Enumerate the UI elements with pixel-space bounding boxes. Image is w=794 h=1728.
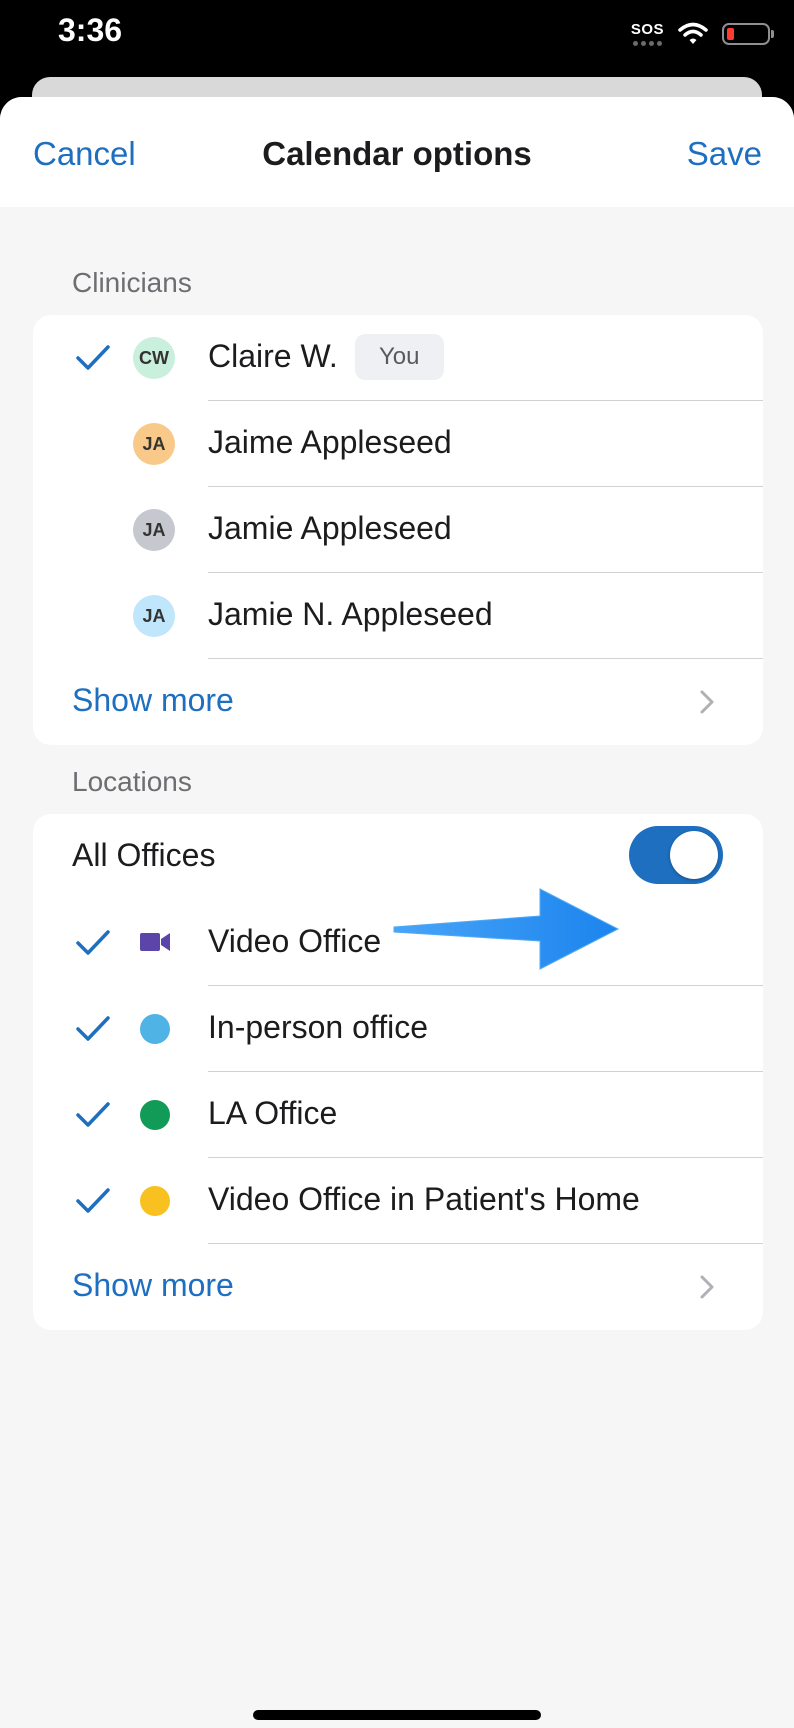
location-row-video-home[interactable]: Video Office in Patient's Home	[33, 1158, 763, 1244]
locations-header: Locations	[72, 766, 192, 797]
avatar-initials: JA	[142, 519, 166, 540]
location-name: Video Office	[208, 923, 382, 959]
avatar: JA	[133, 595, 175, 637]
status-bar: 3:36 SOS	[0, 0, 794, 78]
location-name: LA Office	[208, 1095, 338, 1131]
save-button[interactable]: Save	[687, 135, 762, 173]
toggle-knob	[670, 831, 718, 879]
clinician-name: Jamie N. Appleseed	[208, 596, 493, 632]
avatar: JA	[133, 509, 175, 551]
location-color-dot	[140, 1014, 170, 1044]
checkmark-icon	[76, 1188, 110, 1213]
status-time: 3:36	[58, 12, 123, 48]
location-row-in-person[interactable]: In-person office	[33, 986, 763, 1072]
all-offices-label: All Offices	[72, 837, 216, 873]
you-badge: You	[355, 334, 444, 380]
location-name: In-person office	[208, 1009, 428, 1045]
battery-icon	[722, 23, 774, 45]
avatar: JA	[133, 423, 175, 465]
clinician-row-claire[interactable]: CW Claire W. You	[33, 315, 763, 401]
locations-show-more[interactable]: Show more	[33, 1244, 763, 1330]
chevron-right-icon	[700, 1275, 714, 1299]
clinician-row-jaime[interactable]: JA Jaime Appleseed	[33, 401, 763, 487]
chevron-right-icon	[700, 690, 714, 714]
clinician-name: Jaime Appleseed	[208, 424, 452, 460]
annotation-arrow-icon	[393, 888, 620, 970]
location-name: Video Office in Patient's Home	[208, 1181, 640, 1217]
sos-label: SOS	[630, 21, 664, 38]
checkmark-icon	[76, 345, 110, 370]
clinician-name: Claire W.	[208, 338, 338, 374]
avatar-initials: CW	[139, 347, 169, 368]
home-indicator	[253, 1710, 541, 1720]
clinicians-card: CW Claire W. You JA Jaime Appleseed JA J…	[33, 315, 763, 745]
cancel-button[interactable]: Cancel	[33, 135, 136, 173]
location-color-dot	[140, 1100, 170, 1130]
checkmark-icon	[76, 930, 110, 955]
all-offices-toggle[interactable]	[629, 826, 723, 884]
signal-dots-icon	[632, 41, 662, 46]
sos-indicator: SOS	[631, 22, 664, 46]
nav-bar: Cancel Calendar options Save	[0, 97, 794, 207]
avatar-initials: JA	[142, 433, 166, 454]
show-more-label: Show more	[72, 1267, 234, 1303]
status-icons: SOS	[631, 16, 774, 52]
avatar: CW	[133, 337, 175, 379]
checkmark-icon	[76, 1016, 110, 1041]
location-color-dot	[140, 1186, 170, 1216]
clinicians-header: Clinicians	[72, 267, 192, 298]
clinician-name: Jamie Appleseed	[208, 510, 452, 546]
show-more-label: Show more	[72, 682, 234, 718]
clinicians-show-more[interactable]: Show more	[33, 659, 763, 745]
location-row-la-office[interactable]: LA Office	[33, 1072, 763, 1158]
avatar-initials: JA	[142, 605, 166, 626]
video-camera-icon	[140, 933, 170, 951]
wifi-icon	[678, 22, 708, 44]
clinician-row-jamie-n[interactable]: JA Jamie N. Appleseed	[33, 573, 763, 659]
clinician-row-jamie[interactable]: JA Jamie Appleseed	[33, 487, 763, 573]
battery-level	[727, 28, 734, 40]
checkmark-icon	[76, 1102, 110, 1127]
